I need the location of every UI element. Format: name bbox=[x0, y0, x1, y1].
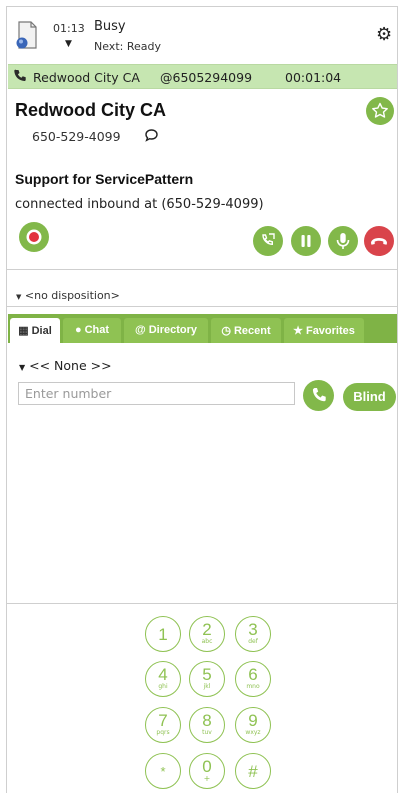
key-0[interactable]: 0 + bbox=[189, 753, 225, 789]
key-hash[interactable]: # bbox=[235, 753, 271, 789]
call-status-text: connected inbound at (650-529-4099) bbox=[15, 197, 264, 212]
key-digit: 8 bbox=[202, 711, 212, 730]
key-6[interactable]: 6 mno bbox=[235, 661, 271, 697]
key-letters: def bbox=[248, 638, 258, 645]
star-icon: ★ bbox=[293, 325, 303, 337]
favorite-star-button[interactable] bbox=[366, 97, 394, 125]
tab-label: Favorites bbox=[305, 325, 355, 337]
clock-icon: ◷ bbox=[221, 325, 231, 337]
record-button[interactable] bbox=[19, 222, 49, 252]
gear-icon[interactable]: ⚙ bbox=[376, 24, 392, 45]
divider bbox=[7, 306, 397, 307]
star-icon bbox=[372, 102, 388, 118]
status-timer: 01:13 bbox=[53, 22, 85, 35]
key-digit: 4 bbox=[158, 665, 168, 684]
tab-recent[interactable]: ◷ Recent bbox=[211, 318, 281, 343]
key-letters: + bbox=[203, 774, 211, 783]
caret-down-icon: ▼ bbox=[16, 293, 22, 301]
hangup-icon bbox=[371, 238, 387, 245]
tab-chat[interactable]: ● Chat bbox=[63, 318, 121, 343]
key-letters: pqrs bbox=[156, 729, 170, 736]
key-3[interactable]: 3 def bbox=[235, 616, 271, 652]
tab-dial[interactable]: ▦ Dial bbox=[10, 318, 60, 343]
record-icon bbox=[26, 229, 42, 245]
key-digit: 5 bbox=[202, 665, 212, 684]
contact-phone: 650-529-4099 bbox=[32, 129, 121, 144]
next-state: Next: Ready bbox=[94, 40, 161, 53]
key-digit: 9 bbox=[248, 711, 258, 730]
agent-status-icon[interactable] bbox=[15, 20, 39, 50]
key-5[interactable]: 5 jkl bbox=[189, 661, 225, 697]
key-letters: abc bbox=[201, 638, 213, 645]
phone-icon bbox=[14, 69, 26, 81]
key-digit: 0 bbox=[202, 757, 212, 776]
microphone-icon bbox=[336, 233, 350, 249]
tab-label: Recent bbox=[233, 325, 271, 337]
key-2[interactable]: 2 abc bbox=[189, 616, 225, 652]
dial-selector[interactable]: ▼ << None >> bbox=[19, 358, 112, 373]
tab-bar: ▦ Dial ● Chat @ Directory ◷ Recent ★ Favorite… bbox=[8, 314, 397, 343]
key-1[interactable]: 1 bbox=[145, 616, 181, 652]
hold-button[interactable] bbox=[291, 226, 321, 256]
disposition-dropdown[interactable]: ▼ <no disposition> bbox=[16, 289, 120, 302]
divider bbox=[7, 269, 397, 270]
contact-name: Redwood City CA bbox=[15, 100, 166, 120]
service-name: Support for ServicePattern bbox=[15, 171, 194, 187]
key-7[interactable]: 7 pqrs bbox=[145, 707, 181, 743]
key-letters: wxyz bbox=[245, 729, 261, 736]
key-digit: 6 bbox=[248, 665, 258, 684]
dial-call-button[interactable] bbox=[303, 380, 334, 411]
tab-label: Chat bbox=[84, 324, 110, 336]
active-call-bar[interactable]: Redwood City CA @6505294099 00:01:04 bbox=[8, 64, 397, 89]
tab-directory[interactable]: @ Directory bbox=[124, 318, 208, 343]
call-number: @6505294099 bbox=[160, 70, 253, 85]
grid-icon: ▦ bbox=[18, 325, 29, 337]
hangup-button[interactable] bbox=[364, 226, 394, 256]
key-digit: 7 bbox=[158, 711, 168, 730]
key-letters: mno bbox=[246, 683, 260, 690]
tab-favorites[interactable]: ★ Favorites bbox=[284, 318, 364, 343]
blind-transfer-button[interactable]: Blind bbox=[343, 383, 396, 411]
divider bbox=[7, 603, 397, 604]
agent-state[interactable]: Busy bbox=[94, 19, 126, 34]
call-location: Redwood City CA bbox=[33, 70, 140, 85]
call-duration: 00:01:04 bbox=[285, 70, 342, 85]
key-digit: * bbox=[160, 764, 166, 779]
disposition-value: <no disposition> bbox=[24, 289, 120, 302]
key-digit: 1 bbox=[158, 625, 168, 644]
agent-header: 01:13 ▼ Busy Next: Ready ⚙ bbox=[7, 7, 397, 65]
key-star[interactable]: * bbox=[145, 753, 181, 789]
phone-icon bbox=[312, 388, 326, 402]
caret-down-icon: ▼ bbox=[19, 363, 26, 372]
tab-label: Dial bbox=[31, 325, 52, 337]
caret-down-icon[interactable]: ▼ bbox=[65, 39, 72, 49]
key-digit: 2 bbox=[202, 620, 212, 639]
key-digit: # bbox=[248, 762, 258, 781]
dial-selector-value: << None >> bbox=[29, 358, 112, 373]
key-digit: 3 bbox=[248, 620, 258, 639]
transfer-button[interactable] bbox=[253, 226, 283, 256]
pause-icon bbox=[301, 235, 311, 247]
number-input[interactable] bbox=[18, 382, 295, 405]
tab-label: Directory bbox=[148, 324, 198, 336]
mute-button[interactable] bbox=[328, 226, 358, 256]
key-letters: jkl bbox=[203, 683, 211, 690]
chat-bubble-icon[interactable] bbox=[144, 128, 159, 143]
key-9[interactable]: 9 wxyz bbox=[235, 707, 271, 743]
at-icon: @ bbox=[134, 324, 146, 336]
key-8[interactable]: 8 tuv bbox=[189, 707, 225, 743]
key-letters: ghi bbox=[158, 683, 168, 690]
transfer-icon bbox=[262, 233, 275, 246]
agent-desktop-panel: 01:13 ▼ Busy Next: Ready ⚙ Redwood City … bbox=[6, 6, 398, 793]
key-letters: tuv bbox=[202, 729, 212, 736]
chat-icon: ● bbox=[74, 324, 82, 336]
key-4[interactable]: 4 ghi bbox=[145, 661, 181, 697]
